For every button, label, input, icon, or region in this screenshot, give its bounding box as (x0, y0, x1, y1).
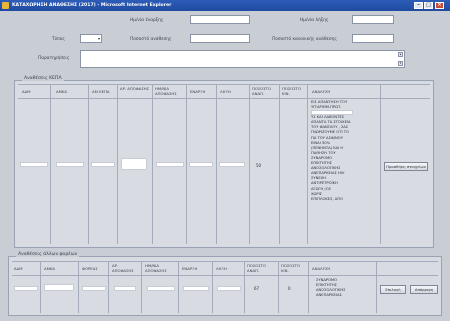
other-col-decision-no: ΑΡ. ΑΠΟΦΑΣΗΣ (112, 263, 134, 273)
other-percent-value: 67 (254, 286, 260, 291)
other-analysis-text: ΣΥΝΔΡΟΜΟ ΕΠΙΚΤΗΤΗΣ ΑΝΟΣΟΛΟΓΙΚΗΣ ΑΝΕΠΑΡΚΕ… (316, 278, 374, 298)
kepa-col-divider (88, 84, 89, 244)
select-button[interactable]: Επιλογή (380, 285, 406, 294)
kepa-amka-value (56, 162, 84, 167)
other-col-divider (108, 261, 109, 313)
kepa-decision-date-value (156, 162, 184, 167)
kepa-decision-no-value (121, 158, 147, 170)
type-label: Τύπος (52, 37, 65, 42)
other-col-start: ΕΝΑΡΞΗ (182, 266, 198, 271)
other-col-decision-date: ΗΜ/ΝΙΑ ΑΠΟΦΑΣΗΣ (145, 263, 167, 273)
end-date-label: Ημ/νία λήξης (300, 18, 329, 23)
other-col-divider (376, 261, 377, 313)
other-decision-date-value (147, 286, 175, 291)
kepa-col-divider (249, 84, 250, 244)
other-section-title: Αναθέσεις άλλων φορέων (16, 252, 80, 257)
comments-label: Παρατηρήσεις (38, 56, 70, 61)
percent-field[interactable] (352, 34, 394, 43)
kepa-col-divider (186, 84, 187, 244)
other-adm-value (14, 286, 38, 291)
other-col-divider (141, 261, 142, 313)
kepa-col-adm: ΑΔΜ (22, 89, 31, 94)
other-col-kin: ΠΟΣΟΣΤΟ ΚΙΝ. (281, 263, 300, 273)
other-col-divider (78, 261, 79, 313)
kepa-col-amka: ΑΜΚΑ (56, 89, 67, 94)
other-col-end: ΛΗΞΗ (216, 266, 227, 271)
kepa-col-divider (117, 84, 118, 244)
other-col-divider (178, 261, 179, 313)
other-end-value (217, 286, 241, 291)
reject-button[interactable]: Απόρριψη (410, 285, 438, 294)
kepa-col-end: ΛΗΞΗ (220, 89, 231, 94)
kepa-col-divider (216, 84, 217, 244)
kepa-amkepa-value (91, 162, 115, 167)
other-col-adm: ΑΔΜ (14, 266, 23, 271)
kepa-col-divider (279, 84, 280, 244)
kepa-col-start: ΕΝΑΡΞΗ (190, 89, 206, 94)
kepa-header-bottom (18, 98, 430, 99)
kepa-start-value (189, 162, 213, 167)
add-details-button[interactable]: Προσθήκη στοιχείων (384, 162, 428, 171)
other-col-amka: ΑΜΚΑ (44, 266, 55, 271)
other-start-value (183, 286, 209, 291)
other-col-divider (40, 261, 41, 313)
scroll-down-icon[interactable]: ▾ (398, 61, 403, 66)
kepa-col-analysis: ΑΝΑΛΥΣΗ (312, 89, 331, 94)
chevron-down-icon: ▾ (97, 36, 100, 41)
window-titlebar: ΚΑΤΑΧΩΡΗΣΗ ΑΝΑΘΕΣΗΣ (2017) - Microsoft I… (0, 0, 450, 11)
kepa-section-title: Αναθέσεις ΚΕΠΑ (22, 76, 64, 81)
other-col-divider (244, 261, 245, 313)
other-provider-value (82, 286, 106, 291)
other-col-divider (278, 261, 279, 313)
other-col-divider (212, 261, 213, 313)
other-col-percent: ΠΟΣΟΣΤΟ ΑΝΑΠ. (247, 263, 266, 273)
kepa-col-kin: ΠΟΣΟΣΤΟ ΚΙΝ. (282, 86, 301, 96)
other-col-provider: ΦΟΡΕΑΣ (82, 266, 98, 271)
other-col-divider (308, 261, 309, 313)
other-decision-no-value (114, 286, 136, 291)
ie-icon (2, 2, 9, 9)
other-amka-value (44, 284, 74, 291)
kepa-col-divider (152, 84, 153, 244)
start-date-field[interactable] (190, 15, 250, 24)
analysis-line: ΕΠΙΠΛΟΚΕΣ, ΑΠΟ (311, 196, 344, 201)
kepa-adm-value (20, 162, 48, 167)
maximize-icon[interactable]: □ (424, 2, 433, 9)
kepa-col-divider (50, 84, 51, 244)
kepa-percent-value: 50 (256, 163, 262, 168)
other-col-analysis: ΑΝΑΛΥΣΗ (312, 266, 331, 271)
kepa-end-value (219, 162, 245, 167)
comments-field[interactable]: ▴ ▾ (80, 50, 405, 68)
kepa-col-divider (307, 84, 308, 244)
other-header-top (12, 261, 438, 262)
minimize-icon[interactable]: – (414, 2, 423, 9)
kepa-col-decision-date: ΗΜ/ΝΙΑ ΑΠΟΦΑΣΗΣ (155, 86, 177, 96)
kepa-col-percent: ΠΟΣΟΣΤΟ ΑΝΑΠ. (252, 86, 271, 96)
percent-label: Ποσοστό κανονικής ανάθεσης (272, 37, 337, 42)
other-header-bottom (12, 275, 438, 276)
amount-field[interactable] (190, 34, 250, 43)
analysis-line: ΑΝΕΠΑΡΚΕΙΑΣ (316, 293, 342, 298)
scroll-up-icon[interactable]: ▴ (398, 52, 403, 57)
type-select[interactable]: ▾ (80, 34, 102, 43)
kepa-col-divider (380, 84, 381, 244)
kepa-col-amkepa: ΑΜ ΚΕΠΑ (92, 89, 110, 94)
kepa-col-decision-no: ΑΡ. ΑΠΟΦΑΣΗΣ (120, 86, 149, 91)
amount-label: Ποσοστό ανάθεσης (130, 37, 172, 42)
start-date-label: Ημ/νία έναρξης (130, 18, 164, 23)
kepa-header-top (18, 84, 430, 85)
kepa-analysis-text: ΕΙΣ ΑΠΑΝΤΗΣΗ ΤΟΥ ΥΠ'ΑΡΙΘΜ.ΠΡΩΤ. ΥΣ ΚΑΙ Λ… (311, 100, 379, 202)
other-kin-value: 0 (288, 286, 291, 291)
end-date-field[interactable] (352, 15, 394, 24)
window-title: ΚΑΤΑΧΩΡΗΣΗ ΑΝΑΘΕΣΗΣ (2017) - Microsoft I… (12, 3, 172, 8)
close-icon[interactable]: × (435, 2, 444, 9)
